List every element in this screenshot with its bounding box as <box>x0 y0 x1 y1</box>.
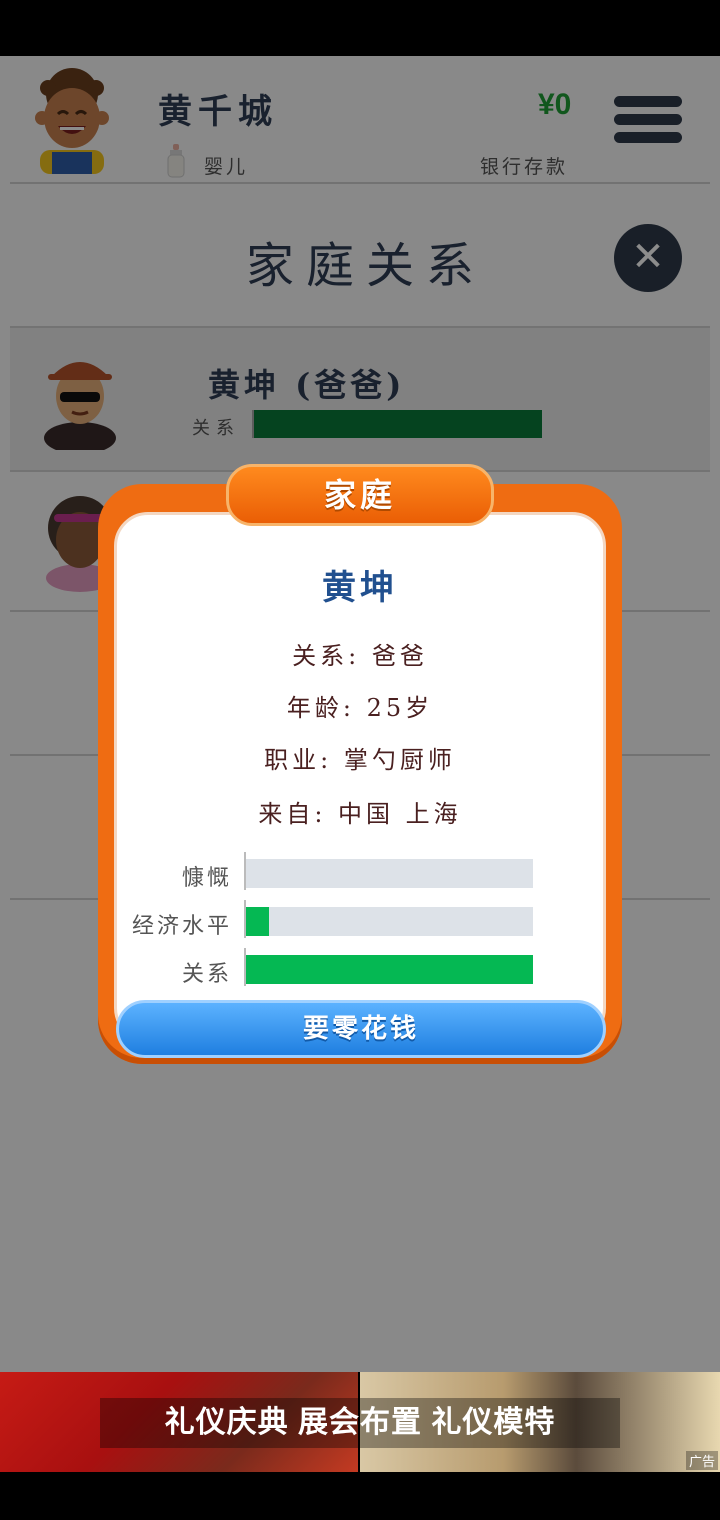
stat-label-generosity: 慷慨 <box>181 866 232 891</box>
modal-title-tab: 家庭 <box>226 464 494 526</box>
ask-allowance-button[interactable]: 要零花钱 <box>116 1000 606 1058</box>
stat-label-relationship: 关系 <box>181 962 232 987</box>
stat-bar-generosity <box>246 859 533 888</box>
ad-badge: 广告 <box>685 1451 718 1470</box>
ad-banner[interactable]: 礼仪庆典 展会布置 礼仪模特 广告 <box>0 1372 720 1472</box>
modal-person-name: 黄坤 <box>322 568 398 608</box>
ad-text: 礼仪庆典 展会布置 礼仪模特 <box>100 1398 620 1448</box>
stat-bar-fill <box>246 907 269 936</box>
stat-bar-wealth <box>246 907 533 936</box>
stat-label-wealth: 经济水平 <box>131 914 232 939</box>
stat-bar-relationship <box>246 955 533 984</box>
modal-age: 年龄: 25岁 <box>286 694 434 722</box>
modal-relation: 关系: 爸爸 <box>292 642 428 670</box>
modal-job: 职业: 掌勺厨师 <box>264 746 456 774</box>
stat-bar-fill <box>246 955 533 984</box>
modal-origin: 来自: 中国 上海 <box>258 800 462 828</box>
